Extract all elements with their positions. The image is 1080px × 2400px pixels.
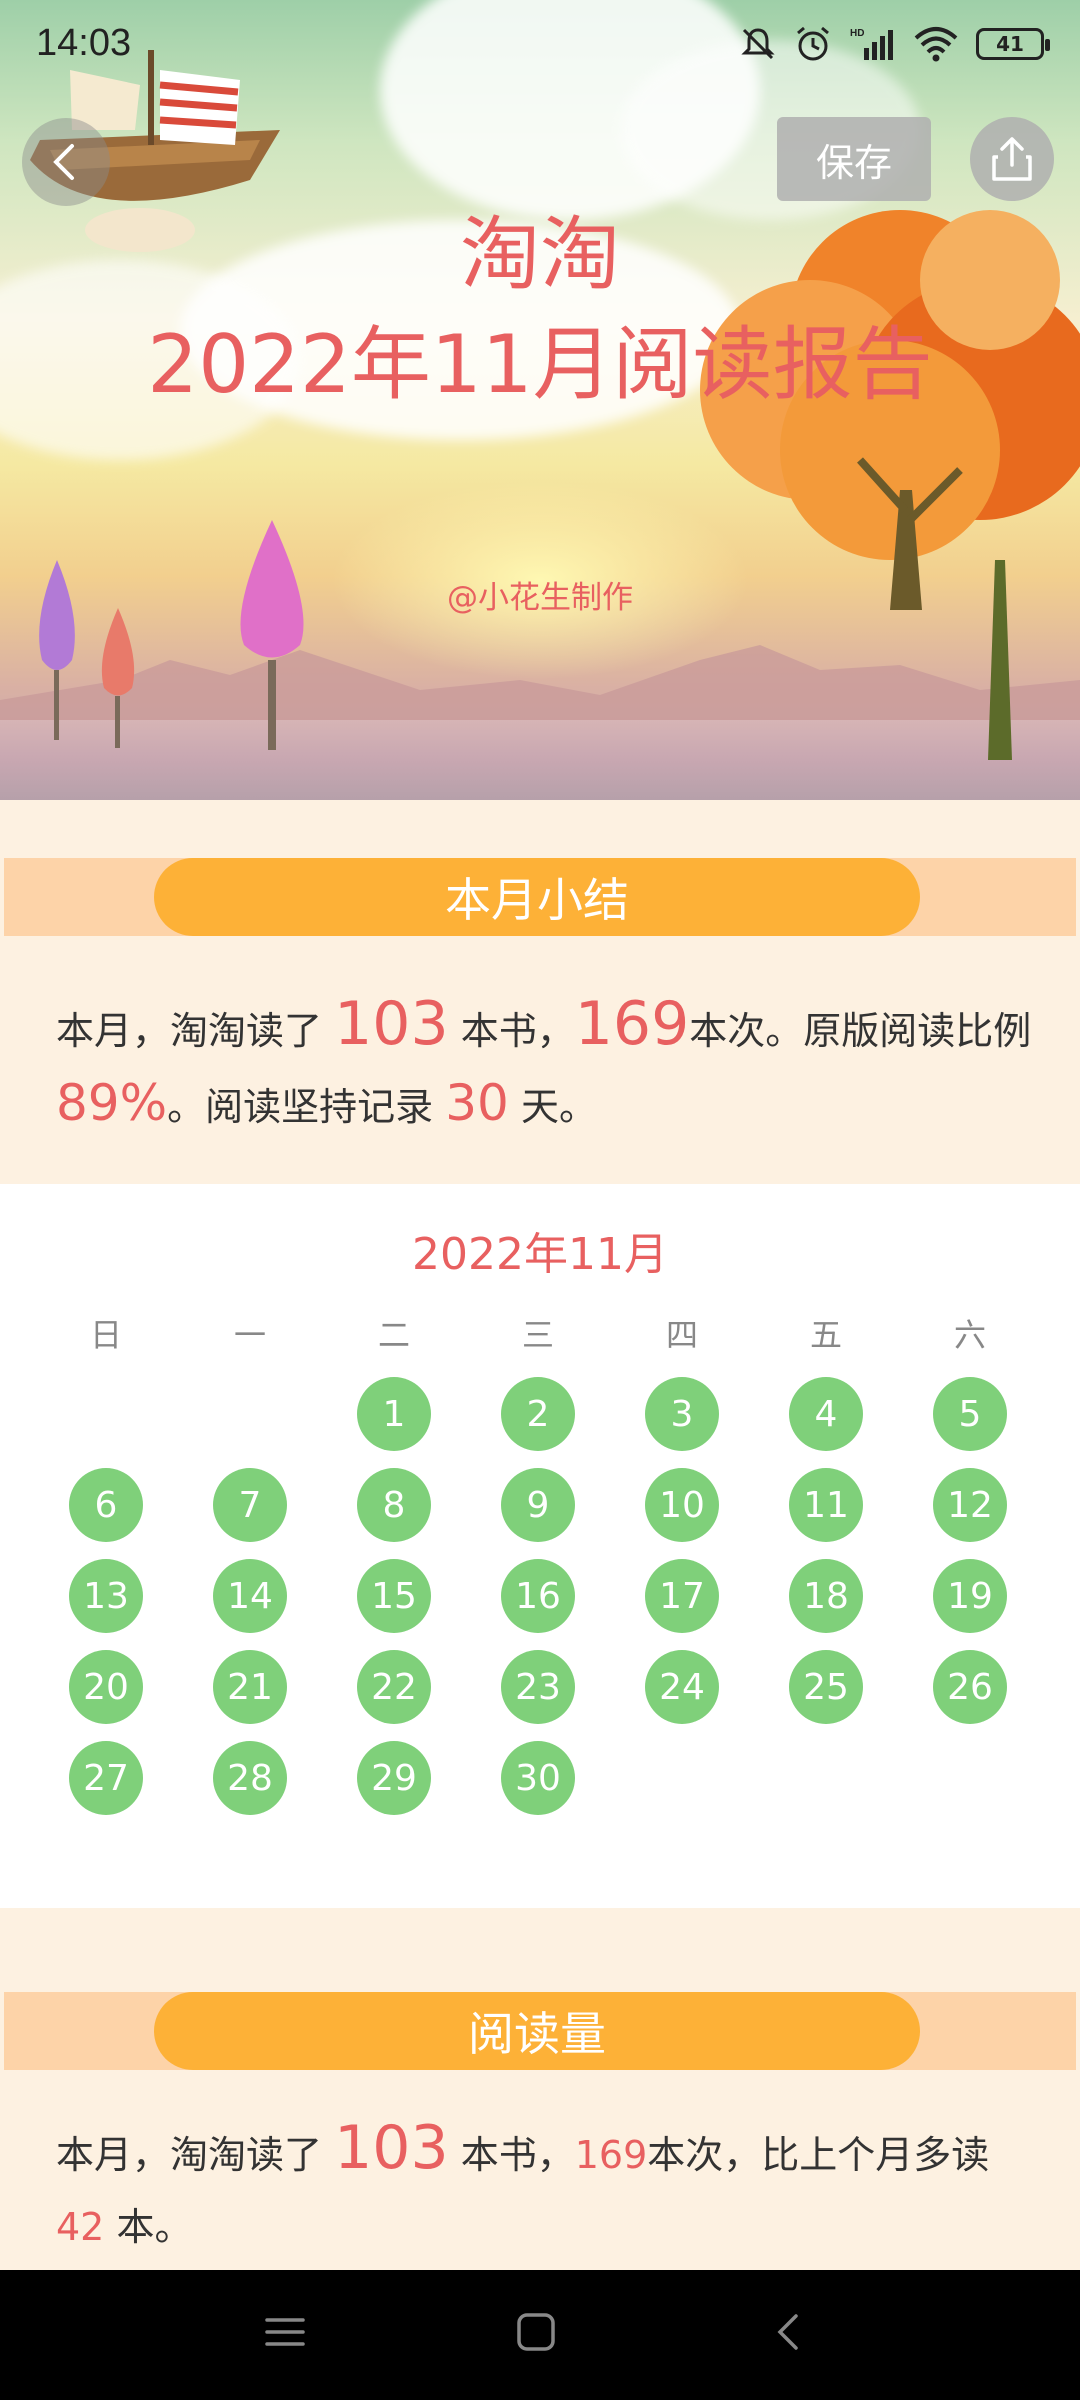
- alarm-icon: [797, 26, 829, 61]
- reading-heading: 阅读量: [154, 1992, 920, 2070]
- summary-text-part: 。阅读坚持记录: [167, 1085, 446, 1129]
- reading-text: 本月，淘淘读了 103 本书，169本次，比上个月多读 42 本。: [56, 2112, 1036, 2263]
- calendar-day: 18: [789, 1559, 863, 1633]
- calendar-day: 30: [501, 1741, 575, 1815]
- calendar-day: 2: [501, 1377, 575, 1451]
- calendar-day: 23: [501, 1650, 575, 1724]
- red-tree-illustration: [101, 608, 135, 748]
- weekday-label: 一: [233, 1316, 266, 1354]
- pink-tree-illustration: [240, 520, 304, 750]
- report-title: 2022年11月阅读报告: [147, 318, 933, 411]
- system-nav-bar: [0, 2270, 1080, 2400]
- wifi-icon: [914, 27, 958, 62]
- signal-icon: HD: [850, 28, 893, 60]
- calendar-day: 29: [357, 1741, 431, 1815]
- calendar-day: 19: [933, 1559, 1007, 1633]
- share-button[interactable]: [970, 117, 1054, 201]
- calendar-day: 9: [501, 1468, 575, 1542]
- weekday-label: 日: [89, 1316, 122, 1354]
- weekday-label: 三: [521, 1316, 554, 1354]
- calendar-day: 11: [789, 1468, 863, 1542]
- calendar-day: 7: [213, 1468, 287, 1542]
- calendar-day: 15: [357, 1559, 431, 1633]
- chevron-left-icon: [53, 144, 74, 180]
- original-ratio: 89%: [56, 1074, 168, 1132]
- weekday-label: 六: [953, 1316, 986, 1354]
- books-count: 103: [334, 989, 449, 1059]
- reading-text-part: 本月，淘淘读了: [56, 2133, 335, 2177]
- more-books-count: 42: [56, 2205, 105, 2249]
- calendar-day: 28: [213, 1741, 287, 1815]
- summary-text-part: 天。: [508, 1085, 597, 1129]
- calendar-day: 6: [69, 1468, 143, 1542]
- weekday-label: 四: [665, 1316, 698, 1354]
- summary-text-part: 本次。原版阅读比例: [689, 1009, 1032, 1053]
- calendar-day: 21: [213, 1650, 287, 1724]
- reading-text-part: 本书，: [448, 2133, 575, 2177]
- calendar-day: 13: [69, 1559, 143, 1633]
- calendar-month-title: 2022年11月: [412, 1229, 668, 1280]
- calendar-day: 3: [645, 1377, 719, 1451]
- reading-volume-section: 阅读量 本月，淘淘读了 103 本书，169本次，比上个月多读 42 本。: [0, 1908, 1080, 2270]
- calendar-day: 27: [69, 1741, 143, 1815]
- mute-bell-icon: [741, 28, 775, 60]
- calendar-day: 24: [645, 1650, 719, 1724]
- calendar-day: 16: [501, 1559, 575, 1633]
- mountains-illustration: [0, 645, 1080, 730]
- reading-text-part: 本。: [104, 2205, 193, 2249]
- read-times-count: 169: [574, 989, 690, 1059]
- calendar-day: 5: [933, 1377, 1007, 1451]
- reader-name: 淘淘: [460, 208, 620, 301]
- calendar-day: 8: [357, 1468, 431, 1542]
- calendar-day: 12: [933, 1468, 1007, 1542]
- share-icon: [992, 137, 1032, 181]
- summary-section: 本月小结 本月，淘淘读了 103 本书，169本次。原版阅读比例 89%。阅读坚持…: [0, 800, 1080, 1184]
- calendar-day: 26: [933, 1650, 1007, 1724]
- back-icon[interactable]: [768, 2310, 812, 2354]
- streak-days: 30: [445, 1074, 509, 1132]
- calendar-day: 25: [789, 1650, 863, 1724]
- reading-calendar: 2022年11月 日一二三四五六 1 2 3 4 5 6 7 8 9 10 11 12 13 14 15 16…: [0, 1184, 1080, 1908]
- status-bar: 14:03 HD 41: [0, 0, 1080, 90]
- weekday-label: 二: [377, 1316, 410, 1354]
- calendar-day: 4: [789, 1377, 863, 1451]
- calendar-day: 20: [69, 1650, 143, 1724]
- calendar-day: 14: [213, 1559, 287, 1633]
- weekday-label: 五: [809, 1316, 842, 1354]
- credit-text: @小花生制作: [447, 580, 633, 616]
- home-icon[interactable]: [514, 2310, 558, 2354]
- save-button[interactable]: 保存: [777, 117, 931, 201]
- summary-text-part: 本书，: [448, 1009, 575, 1053]
- svg-text:HD: HD: [850, 28, 864, 39]
- menu-icon[interactable]: [263, 2310, 307, 2354]
- calendar-day: 10: [645, 1468, 719, 1542]
- read-times-count: 169: [574, 2133, 648, 2177]
- summary-heading: 本月小结: [154, 858, 920, 936]
- status-icons: HD 41: [740, 24, 1050, 64]
- summary-text-part: 本月，淘淘读了: [56, 1009, 335, 1053]
- reading-text-part: 本次，比上个月多读: [647, 2133, 990, 2177]
- calendar-day: 17: [645, 1559, 719, 1633]
- calendar-day: 1: [357, 1377, 431, 1451]
- calendar-day: 22: [357, 1650, 431, 1724]
- water-reflection: [0, 720, 1080, 800]
- status-time: 14:03: [36, 22, 132, 64]
- battery-indicator: 41: [976, 28, 1050, 60]
- summary-text: 本月，淘淘读了 103 本书，169本次。原版阅读比例 89%。阅读坚持记录 30…: [56, 988, 1036, 1143]
- books-count: 103: [334, 2113, 449, 2183]
